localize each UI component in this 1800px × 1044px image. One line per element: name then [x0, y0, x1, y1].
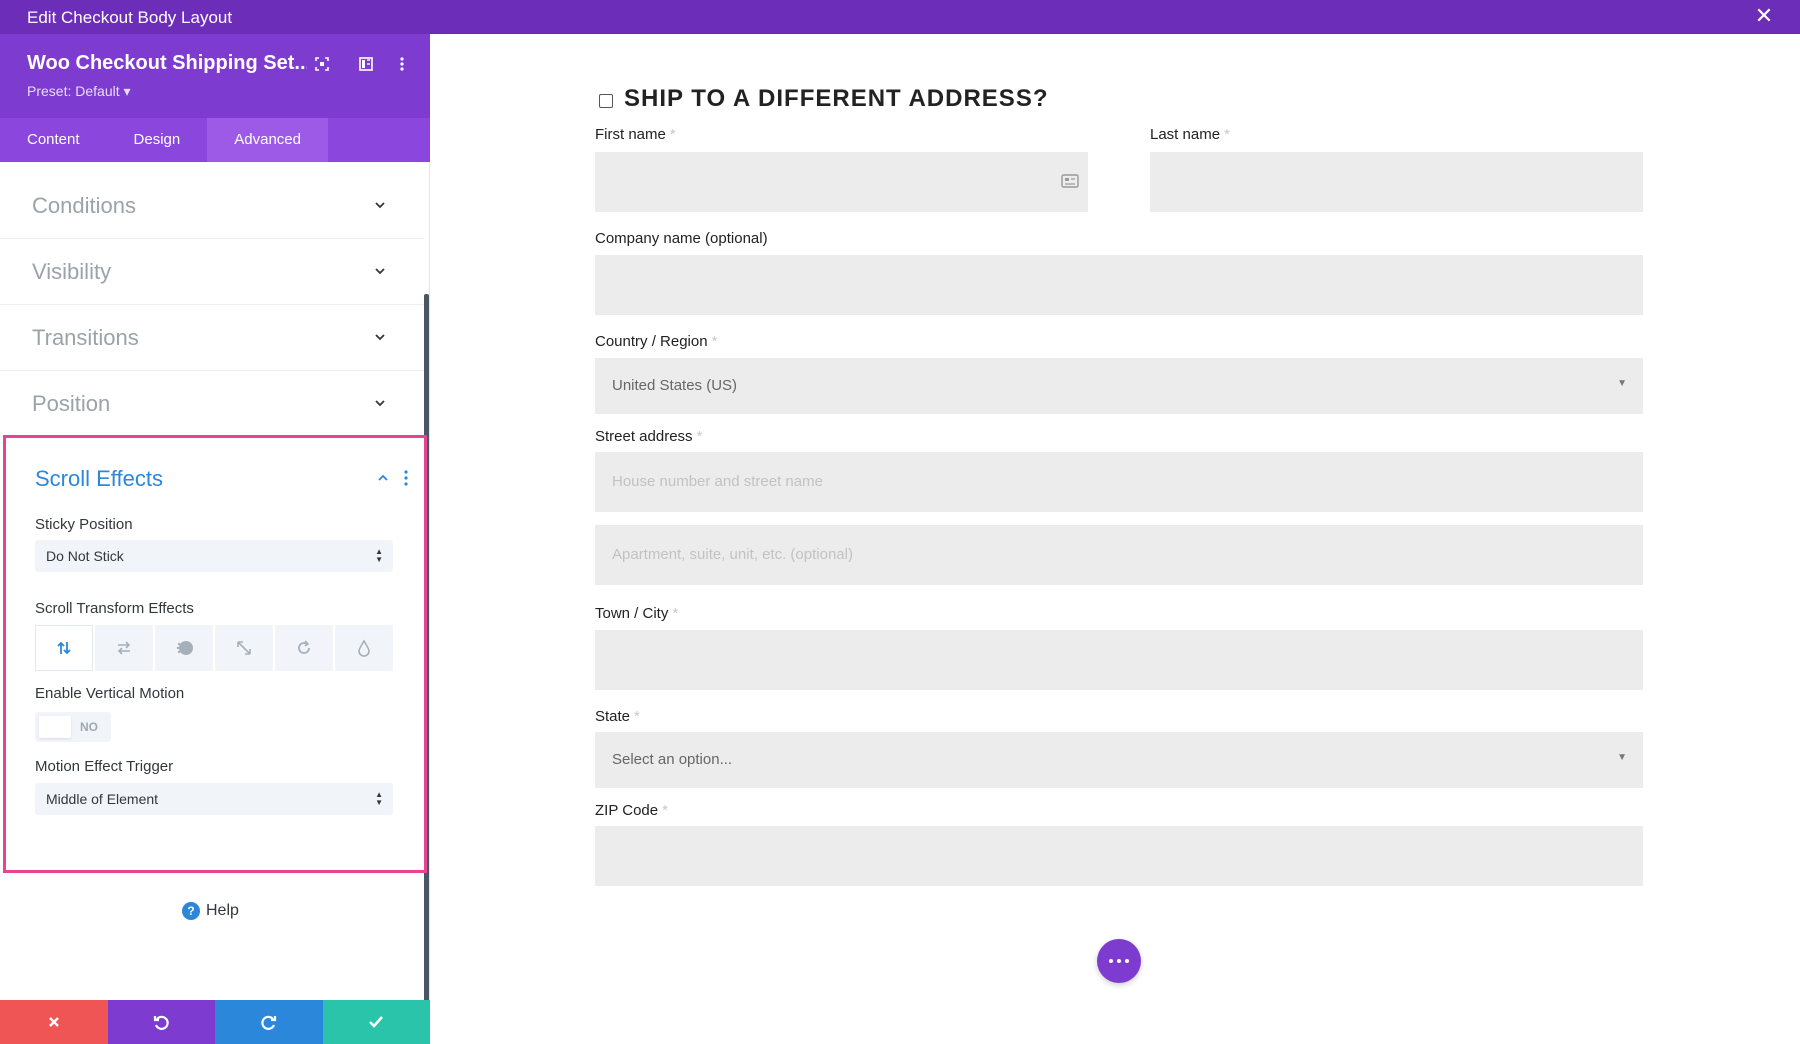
- redo-icon: [261, 1015, 276, 1030]
- section-position[interactable]: Position: [0, 371, 424, 437]
- section-title: Position: [32, 391, 111, 416]
- zip-input[interactable]: [595, 826, 1643, 886]
- contact-card-icon[interactable]: [1061, 174, 1079, 188]
- company-label: Company name (optional): [595, 230, 768, 247]
- blur-icon[interactable]: [335, 625, 393, 671]
- scaling-icon[interactable]: [215, 625, 273, 671]
- country-value: United States (US): [612, 377, 738, 394]
- motion-trigger-select[interactable]: Middle of Element ▲ ▼: [35, 783, 393, 815]
- section-title: Visibility: [32, 259, 112, 284]
- dropdown-arrow-icon: ▼: [1617, 378, 1627, 389]
- toggle-text: NO: [80, 720, 98, 734]
- vertical-motion-icon[interactable]: [35, 625, 93, 671]
- street-2-placeholder: Apartment, suite, unit, etc. (optional): [612, 546, 853, 563]
- section-title: Transitions: [32, 325, 139, 350]
- select-arrows-icon: ▲ ▼: [375, 547, 383, 564]
- sticky-position-value: Do Not Stick: [46, 548, 124, 564]
- preset-selector[interactable]: Preset: Default ▾: [27, 83, 131, 100]
- sticky-position-label: Sticky Position: [35, 516, 133, 533]
- dot: [1125, 959, 1129, 963]
- dot: [1117, 959, 1121, 963]
- city-label: Town / City *: [595, 605, 679, 622]
- fading-icon[interactable]: [155, 625, 213, 671]
- rotating-icon[interactable]: [275, 625, 333, 671]
- section-title: Conditions: [32, 193, 136, 218]
- close-icon[interactable]: ✕: [1754, 5, 1774, 27]
- last-name-input[interactable]: [1150, 152, 1643, 212]
- undo-icon: [154, 1015, 169, 1030]
- module-title: Woo Checkout Shipping Set...: [27, 52, 307, 74]
- first-name-label: First name *: [595, 126, 676, 143]
- checkout-preview: SHIP TO A DIFFERENT ADDRESS? First name *…: [430, 34, 1800, 1010]
- vertical-motion-label: Enable Vertical Motion: [35, 685, 185, 702]
- help-label: Help: [206, 902, 239, 919]
- window-title: Edit Checkout Body Layout: [27, 8, 233, 27]
- sticky-position-select[interactable]: Do Not Stick ▲ ▼: [35, 540, 393, 572]
- section-visibility[interactable]: Visibility: [0, 239, 424, 305]
- motion-trigger-label: Motion Effect Trigger: [35, 758, 174, 775]
- scroll-transform-label: Scroll Transform Effects: [35, 600, 194, 617]
- street-address-input[interactable]: House number and street name: [595, 452, 1643, 512]
- chevron-down-icon: [375, 268, 385, 275]
- ship-different-checkbox[interactable]: [599, 94, 613, 108]
- undo-button[interactable]: [107, 1000, 215, 1044]
- motion-trigger-value: Middle of Element: [46, 791, 159, 807]
- action-bar: [0, 1000, 430, 1044]
- top-bar: Edit Checkout Body Layout ✕: [0, 0, 1800, 34]
- scroll-transform-effects: [35, 625, 395, 671]
- country-label: Country / Region *: [595, 333, 718, 350]
- state-value: Select an option...: [612, 751, 733, 768]
- country-select[interactable]: United States (US) ▼: [595, 358, 1643, 414]
- chevron-down-icon: [375, 400, 385, 407]
- layout-icon[interactable]: [356, 54, 376, 74]
- last-name-label: Last name *: [1150, 126, 1230, 143]
- first-name-input[interactable]: [595, 152, 1088, 212]
- zip-label: ZIP Code *: [595, 802, 668, 819]
- dot: [1109, 959, 1113, 963]
- help-link[interactable]: ? Help: [182, 902, 239, 920]
- more-options-icon[interactable]: [392, 54, 412, 74]
- section-scroll-effects: Scroll Effects Sticky Position Do Not St…: [3, 435, 427, 873]
- company-input[interactable]: [595, 255, 1643, 315]
- dropdown-arrow-icon: ▼: [1617, 752, 1627, 763]
- tab-design[interactable]: Design: [107, 118, 208, 162]
- toggle-knob: [39, 716, 71, 738]
- vertical-motion-toggle[interactable]: NO: [35, 712, 111, 742]
- state-label: State *: [595, 708, 640, 725]
- builder-menu-button[interactable]: [1097, 939, 1141, 983]
- chevron-up-icon[interactable]: [377, 472, 389, 484]
- check-icon: [369, 1016, 384, 1028]
- expand-icon[interactable]: [312, 54, 332, 74]
- section-conditions[interactable]: Conditions: [0, 173, 424, 239]
- section-menu-icon[interactable]: [402, 468, 410, 488]
- close-icon: [48, 1017, 59, 1027]
- street-placeholder: House number and street name: [612, 473, 823, 490]
- select-arrows-icon: ▲ ▼: [375, 790, 383, 807]
- ship-different-heading: SHIP TO A DIFFERENT ADDRESS?: [624, 85, 1049, 112]
- help-icon: ?: [182, 902, 200, 920]
- section-title[interactable]: Scroll Effects: [35, 466, 163, 492]
- section-transitions[interactable]: Transitions: [0, 305, 424, 371]
- redo-button[interactable]: [215, 1000, 323, 1044]
- tab-content[interactable]: Content: [0, 118, 107, 162]
- panel-header: Woo Checkout Shipping Set... Preset: Def…: [0, 34, 430, 118]
- horizontal-motion-icon[interactable]: [95, 625, 153, 671]
- panel-tabs: Content Design Advanced: [0, 118, 430, 162]
- street-label: Street address *: [595, 428, 703, 445]
- city-input[interactable]: [595, 630, 1643, 690]
- state-select[interactable]: Select an option... ▼: [595, 732, 1643, 788]
- chevron-down-icon: [375, 334, 385, 341]
- street-address-2-input[interactable]: Apartment, suite, unit, etc. (optional): [595, 525, 1643, 585]
- discard-button[interactable]: [0, 1000, 108, 1044]
- settings-panel: Woo Checkout Shipping Set... Preset: Def…: [0, 34, 430, 1044]
- chevron-down-icon: [375, 202, 385, 209]
- tab-advanced[interactable]: Advanced: [207, 118, 328, 162]
- save-button[interactable]: [322, 1000, 430, 1044]
